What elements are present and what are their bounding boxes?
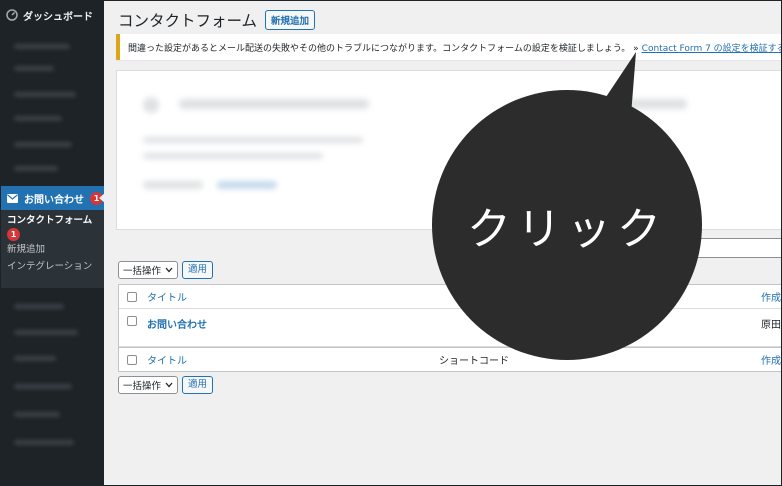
column-footer-title[interactable]: タイトル: [147, 352, 439, 367]
submenu-item-contact-forms[interactable]: コンタクトフォーム 1: [7, 214, 104, 242]
bulk-actions-bottom: 一括操作 適用: [118, 376, 214, 394]
bulk-actions-select-bottom[interactable]: 一括操作: [118, 376, 179, 394]
select-all-checkbox-footer[interactable]: [127, 354, 137, 365]
bulk-actions-select-bottom-value: 一括操作: [123, 381, 162, 392]
bulk-actions-select-value: 一括操作: [123, 266, 162, 277]
chevron-down-icon: [165, 267, 173, 273]
submenu-item-integration[interactable]: インテグレーション: [7, 260, 104, 274]
notification-badge: 1: [7, 228, 20, 241]
column-header-title[interactable]: タイトル: [147, 289, 439, 304]
config-warning-notice: 間違った設定があるとメール配送の失敗やその他のトラブルにつながります。コンタクト…: [116, 34, 782, 60]
search-input[interactable]: [694, 238, 782, 258]
submenu-item-add-new[interactable]: 新規追加: [7, 243, 104, 257]
gauge-icon: [6, 9, 18, 21]
sidebar-item-contact-label: お問い合わせ: [24, 194, 84, 206]
page-title: コンタクトフォーム: [118, 12, 258, 30]
select-all-checkbox[interactable]: [127, 291, 137, 302]
validate-config-link[interactable]: Contact Form 7 の設定を検証する: [642, 41, 782, 54]
sidebar-item-dashboard-label: ダッシュボード: [23, 11, 93, 23]
column-footer-author[interactable]: 作成: [761, 352, 781, 367]
submenu-item-contact-forms-label: コンタクトフォーム: [7, 215, 93, 226]
row-author: 原田: [761, 320, 781, 331]
sidebar-item-dashboard[interactable]: ダッシュボード: [0, 0, 104, 30]
notification-badge: 1: [90, 191, 103, 205]
page-header: コンタクトフォーム 新規追加: [118, 9, 316, 31]
row-checkbox[interactable]: [127, 316, 137, 326]
callout-text: クリック: [467, 204, 667, 255]
sidebar-blurred-items-top: [0, 30, 104, 186]
bulk-actions-top: 一括操作 適用: [118, 261, 214, 279]
sidebar-blurred-items-bottom: [0, 290, 104, 486]
admin-sidebar: ダッシュボード お問い合わせ 1 コンタクトフォーム 1 新規追加 インテグレー…: [0, 0, 104, 486]
add-new-button[interactable]: 新規追加: [265, 10, 316, 30]
envelope-icon: [7, 193, 18, 203]
chevron-down-icon: [165, 382, 173, 388]
column-header-author[interactable]: 作成: [761, 289, 781, 304]
apply-button-bottom[interactable]: 適用: [182, 376, 214, 394]
sidebar-submenu: コンタクトフォーム 1 新規追加 インテグレーション: [0, 210, 104, 288]
notice-text: 間違った設定があるとメール配送の失敗やその他のトラブルにつながります。コンタクト…: [128, 43, 639, 54]
bulk-actions-select[interactable]: 一括操作: [118, 261, 179, 279]
form-title-link[interactable]: お問い合わせ: [147, 316, 439, 331]
apply-button[interactable]: 適用: [182, 261, 214, 279]
sidebar-item-contact[interactable]: お問い合わせ 1: [0, 186, 104, 210]
